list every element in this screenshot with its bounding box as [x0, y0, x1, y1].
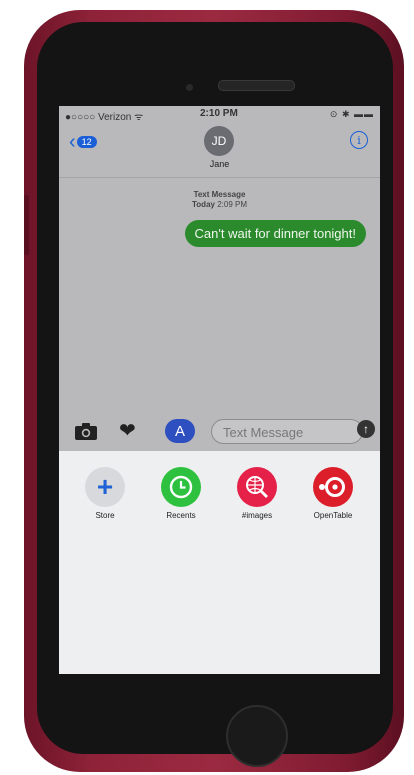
opentable-logo-icon: [313, 467, 353, 507]
sent-message-bubble[interactable]: Can't wait for dinner tonight!: [184, 220, 366, 247]
clock-icon: [161, 467, 201, 507]
app-drawer: + Store Recents #images OpenTable: [59, 451, 380, 674]
app-opentable-button[interactable]: OpenTable: [301, 467, 365, 520]
messages-screen: ●○○○○ Verizon ᯤ 2:10 PM ⊙ ✱ ▬▬ ‹ 12 JD J…: [59, 106, 380, 674]
app-label: Store: [95, 511, 115, 520]
globe-search-icon: [237, 467, 277, 507]
app-label: #images: [241, 511, 273, 520]
home-button[interactable]: [226, 705, 288, 767]
earpiece-speaker: [218, 80, 295, 91]
compose-toolbar: ❤ A Text Message ↑: [59, 417, 380, 447]
contact-name[interactable]: Jane: [59, 159, 380, 169]
service-label: Text Message: [193, 190, 246, 199]
battery-icon: ⊙ ✱ ▬▬: [329, 109, 374, 119]
status-bar: ●○○○○ Verizon ᯤ 2:10 PM ⊙ ✱ ▬▬: [59, 106, 380, 124]
send-arrow-icon[interactable]: ↑: [357, 420, 375, 438]
carrier-label: ●○○○○ Verizon ᯤ: [65, 112, 144, 123]
app-store-button[interactable]: + Store: [73, 467, 137, 520]
message-input[interactable]: Text Message: [211, 419, 363, 444]
back-button[interactable]: ‹ 12: [69, 132, 97, 152]
plus-icon: +: [85, 467, 125, 507]
app-label: OpenTable: [313, 511, 353, 520]
timestamp-time: 2:09 PM: [217, 200, 247, 209]
unread-count-badge: 12: [76, 136, 97, 148]
info-icon[interactable]: i: [350, 131, 368, 149]
camera-icon[interactable]: [75, 423, 97, 440]
contact-avatar[interactable]: JD: [204, 126, 234, 156]
front-camera: [186, 84, 193, 91]
clock: 2:10 PM: [200, 108, 238, 119]
side-button: [24, 195, 29, 255]
header-divider: [59, 177, 380, 178]
app-recents-button[interactable]: Recents: [149, 467, 213, 520]
app-label: Recents: [166, 511, 196, 520]
chevron-left-icon: ‹: [69, 131, 76, 153]
digital-touch-icon[interactable]: ❤: [119, 421, 136, 441]
message-timestamp: Text Message Today 2:09 PM: [59, 190, 380, 210]
app-images-button[interactable]: #images: [225, 467, 289, 520]
app-store-icon[interactable]: A: [165, 419, 195, 443]
timestamp-day: Today: [192, 200, 215, 209]
